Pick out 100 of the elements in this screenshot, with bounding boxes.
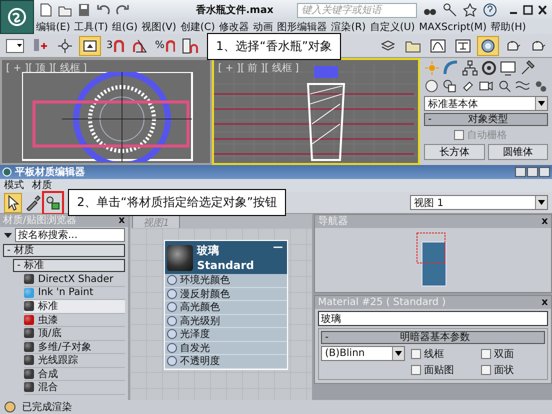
menu-item[interactable]: 工具(T) [74, 20, 108, 34]
material-name: 虫漆 [38, 314, 58, 327]
material-name: 顶/底 [38, 326, 62, 340]
rollout-header[interactable]: - 明暗器基本参数 [321, 331, 545, 344]
menu-item[interactable]: 创建(C) [180, 20, 216, 34]
rollout-header[interactable]: - 对象类型 [424, 113, 548, 126]
menu-item[interactable]: 材质 [32, 179, 52, 192]
option-checkbox[interactable]: 面贴图 [411, 363, 475, 377]
new-file-icon [40, 3, 52, 17]
menu-item[interactable]: 帮助(H) [490, 20, 526, 34]
toolbar-button[interactable] [44, 192, 62, 212]
magnifier-icon [496, 78, 512, 94]
viewport-label[interactable]: [ + ][ 顶 ][ 线框 ] [6, 61, 87, 75]
viewport[interactable]: [ + ][ 前 ][ 线框 ] [212, 58, 420, 165]
window-controls[interactable] [515, 167, 550, 177]
shapes-icon [442, 78, 458, 94]
toolbar-button[interactable] [4, 192, 22, 212]
collapse-button[interactable]: — [273, 242, 283, 253]
angle-snap-icon [132, 38, 148, 54]
socket-icon[interactable] [167, 288, 177, 299]
dropdown-icon [6, 38, 24, 52]
frame-icon [82, 38, 98, 54]
socket-icon[interactable] [167, 329, 177, 340]
menu-item[interactable]: 视图(V) [142, 20, 176, 34]
material-item[interactable]: DirectX Shader [24, 273, 125, 286]
option-checkbox[interactable]: 双面 [481, 346, 545, 360]
menu-item[interactable]: 模式 [4, 179, 24, 192]
viewport-label[interactable]: [ + ][ 前 ][ 线框 ] [218, 61, 299, 75]
slot-label: 自发光 [180, 342, 210, 355]
socket-icon[interactable] [167, 316, 177, 326]
star-icon [463, 3, 478, 17]
material-item[interactable]: 光线跟踪 [24, 354, 125, 368]
menu-item[interactable]: MAXScript(M) [418, 20, 487, 34]
socket-icon[interactable] [167, 302, 177, 312]
save-icon [78, 3, 90, 17]
option-checkbox[interactable]: 面状 [481, 363, 545, 377]
tree-group[interactable]: - 材质 [3, 244, 125, 257]
sun-icon [424, 60, 440, 76]
material-name: 多维/子对象 [38, 340, 92, 354]
menu-item[interactable]: 修改器 [219, 20, 250, 34]
primitive-button[interactable]: 长方体 [424, 144, 484, 160]
viewport[interactable]: [ + ][ 顶 ][ 线框 ] [0, 58, 212, 165]
toolbar-button[interactable]: % [154, 36, 176, 56]
menu-item[interactable]: 图形编辑器 [277, 20, 328, 34]
tree-group[interactable]: - 标准 [13, 259, 125, 272]
material-item[interactable]: 合成 [24, 368, 125, 381]
caret-icon [538, 101, 545, 106]
app-logo[interactable] [0, 0, 34, 34]
material-item[interactable]: 混合 [24, 381, 125, 394]
slot-label: 高光颜色 [180, 300, 220, 314]
material-item[interactable]: 标准 [24, 300, 125, 314]
socket-icon[interactable] [167, 275, 177, 286]
move-icon [57, 38, 73, 54]
slot-label: 高光级别 [180, 314, 220, 328]
name-field[interactable]: 玻璃 [318, 311, 548, 326]
view-dropdown[interactable]: 视图 1 [410, 195, 548, 210]
menu-item[interactable]: 渲染(R) [331, 20, 366, 34]
material-item[interactable]: 多维/子对象 [24, 340, 125, 354]
material-item[interactable]: 顶/底 [24, 327, 125, 340]
panel-header: Material #25 ( Standard ) x [315, 296, 551, 309]
help-icon [483, 3, 498, 17]
toolbar-button[interactable] [477, 36, 499, 56]
material-name: Ink 'n Paint [38, 287, 94, 298]
material-node[interactable]: 玻璃 Standard — 环境光颜色 漫反射颜色 高光颜色 高光级别 光泽度 自发光 不透明度 [164, 240, 288, 370]
shader-dropdown[interactable]: (B)Blinn [321, 346, 405, 361]
magnet-icon [166, 40, 175, 52]
snap-label: % [155, 40, 165, 51]
category-dropdown[interactable]: 标准基本体 [424, 96, 548, 111]
search-field[interactable]: 键入关键字或短语 [297, 2, 418, 18]
link-icon [32, 38, 48, 54]
menu-item[interactable]: 自定义(U) [370, 20, 415, 34]
menu-item[interactable]: 组(G) [112, 20, 138, 34]
socket-icon[interactable] [167, 356, 177, 366]
material-name: 标准 [38, 300, 58, 314]
callout-note: 2、单击“将材质指定给选定对象”按钮 [68, 189, 286, 216]
toolbar-button[interactable] [79, 36, 101, 56]
slot-label: 光泽度 [180, 328, 210, 342]
material-name: 光线跟踪 [38, 354, 78, 368]
curve-editor-icon [430, 38, 446, 54]
caret-icon [538, 200, 545, 205]
socket-icon[interactable] [167, 342, 177, 353]
app-icon [2, 167, 12, 177]
material-item[interactable]: 虫漆 [24, 314, 125, 327]
material-name: 合成 [38, 368, 58, 381]
snap-label: 3 [106, 40, 113, 51]
caret-icon [395, 351, 402, 356]
material-name: 混合 [38, 381, 58, 394]
menu-item[interactable]: 编辑(E) [36, 20, 70, 34]
assign-material-icon [45, 194, 61, 210]
primitive-button[interactable]: 圆锥体 [488, 144, 548, 160]
search-field[interactable]: 按名称搜索... [15, 228, 125, 242]
toolbar-button[interactable]: 3 [104, 36, 126, 56]
dropdown-arrow-icon [3, 230, 13, 240]
window-controls-icon [508, 4, 548, 16]
window-title: 平板材质编辑器 [15, 166, 85, 179]
callout-note: 1、选择“香水瓶”对象 [207, 33, 342, 60]
option-checkbox[interactable]: 线框 [411, 346, 475, 360]
schematic-icon [455, 38, 471, 54]
menu-item[interactable]: 动画 [253, 20, 274, 34]
toolbar-button[interactable] [24, 192, 42, 212]
